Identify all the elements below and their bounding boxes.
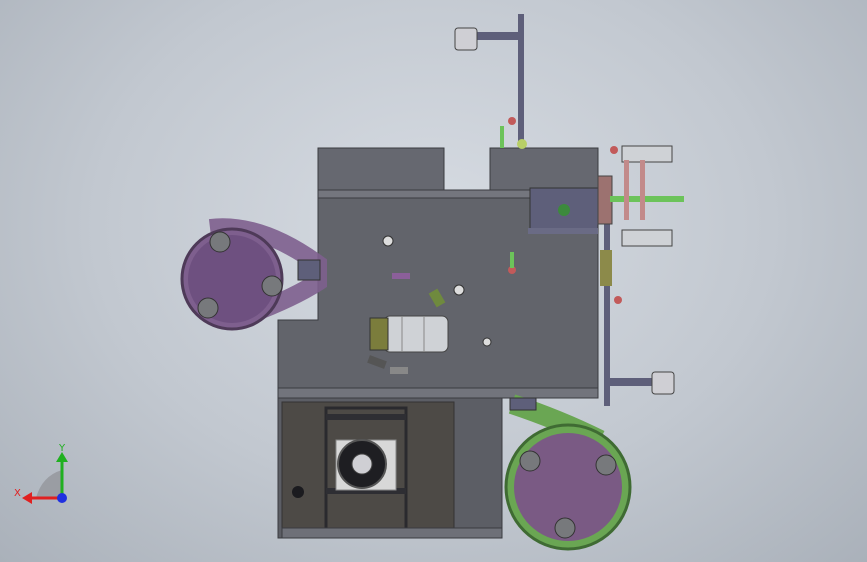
plate-hole-2	[453, 284, 465, 296]
right-reel-roller-1	[519, 450, 541, 472]
triad-gray-wedge	[36, 470, 62, 498]
top-spool-green-rod	[500, 126, 504, 148]
triad-z-axis	[57, 493, 67, 503]
side-bracket-hub	[558, 204, 570, 216]
top-arm-horizontal	[476, 32, 524, 40]
triad-x-arrow	[22, 492, 32, 504]
cylinder-cap	[369, 317, 389, 351]
orientation-triad[interactable]: Y X	[12, 440, 82, 510]
right-reel-roller-2	[595, 454, 617, 476]
plate-bracket-4	[390, 367, 408, 374]
left-reel-roller-1	[209, 231, 231, 253]
lower-frame-bar	[326, 414, 406, 420]
left-reel-roller-2	[261, 275, 283, 297]
upper-right-block[interactable]	[489, 147, 599, 193]
triad-x-label: X	[14, 488, 21, 499]
top-spool-green-cap	[517, 139, 527, 149]
right-pink-rod-1	[624, 160, 629, 220]
right-cylinder-top	[621, 145, 673, 163]
left-clamp	[297, 259, 321, 281]
bottom-ledge	[277, 387, 599, 399]
motor-hub	[351, 453, 373, 475]
central-cylinder[interactable]	[383, 315, 449, 353]
right-red-knob-2	[614, 296, 622, 304]
right-spool[interactable]	[651, 371, 675, 395]
right-olive-sleeve	[600, 250, 612, 286]
plate-hole-1	[382, 235, 394, 247]
housing-port	[292, 486, 304, 498]
plate-hole-3	[482, 337, 492, 347]
right-reel-roller-3	[554, 517, 576, 539]
top-spool-red	[508, 117, 516, 125]
machine-assembly-model[interactable]	[0, 0, 867, 562]
right-red-knob-1	[610, 146, 618, 154]
right-green-shaft	[610, 196, 684, 202]
upper-left-block[interactable]	[317, 147, 445, 193]
lower-rail	[281, 527, 503, 539]
top-spool[interactable]	[454, 27, 478, 51]
right-arm-horizontal	[604, 378, 652, 386]
right-clamp	[509, 397, 537, 411]
right-pink-rod-2	[640, 160, 645, 220]
center-green-marker	[510, 252, 514, 268]
left-reel-roller-3	[197, 297, 219, 319]
side-bracket-arm	[528, 228, 598, 234]
right-drum[interactable]	[597, 175, 613, 225]
triad-y-label: Y	[58, 443, 66, 454]
cad-viewport[interactable]: Y X	[0, 0, 867, 562]
right-cylinder-bottom	[621, 229, 673, 247]
plate-bracket-1	[392, 273, 410, 279]
